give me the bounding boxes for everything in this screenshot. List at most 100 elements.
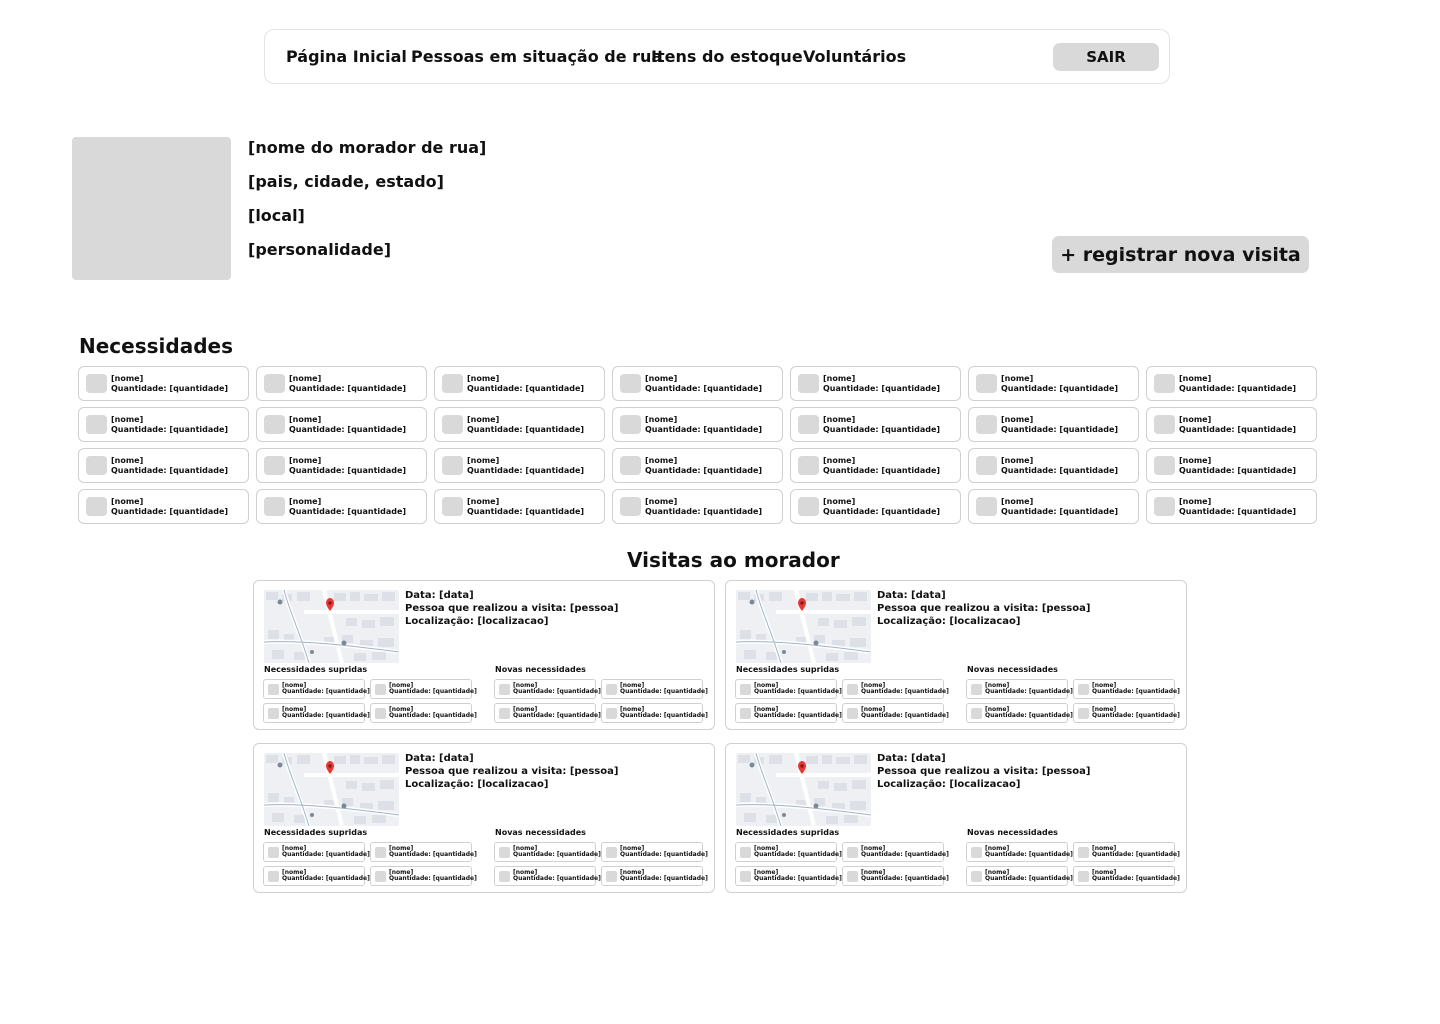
visit-need-item-image: [740, 684, 751, 695]
need-item[interactable]: [nome] Quantidade: [quantidade]: [612, 407, 783, 442]
visit-need-item-quantity: Quantidade: [quantidade]: [282, 688, 370, 695]
visit-need-item: [nome] Quantidade: [quantidade]: [601, 679, 708, 699]
need-item[interactable]: [nome] Quantidade: [quantidade]: [1146, 448, 1317, 483]
visit-need-item: [nome] Quantidade: [quantidade]: [370, 679, 477, 699]
visit-need-item: [nome] Quantidade: [quantidade]: [735, 703, 842, 723]
need-item[interactable]: [nome] Quantidade: [quantidade]: [968, 448, 1139, 483]
need-item-name: [nome]: [645, 497, 678, 506]
visit-need-item-image: [375, 871, 386, 882]
need-item[interactable]: [nome] Quantidade: [quantidade]: [612, 366, 783, 401]
needs-grid: [nome] Quantidade: [quantidade] [nome] Q…: [78, 366, 1317, 524]
visit-need-item: [nome] Quantidade: [quantidade]: [370, 703, 477, 723]
visit-need-item-image: [740, 708, 751, 719]
need-item-name: [nome]: [823, 456, 856, 465]
need-item[interactable]: [nome] Quantidade: [quantidade]: [78, 407, 249, 442]
need-item[interactable]: [nome] Quantidade: [quantidade]: [256, 407, 427, 442]
resident-region: [pais, cidade, estado]: [248, 172, 444, 191]
need-item-image: [1154, 456, 1175, 475]
need-item[interactable]: [nome] Quantidade: [quantidade]: [790, 407, 961, 442]
need-item-name: [nome]: [1179, 374, 1212, 383]
need-item[interactable]: [nome] Quantidade: [quantidade]: [256, 366, 427, 401]
need-item[interactable]: [nome] Quantidade: [quantidade]: [434, 366, 605, 401]
need-item-image: [264, 374, 285, 393]
need-item[interactable]: [nome] Quantidade: [quantidade]: [790, 489, 961, 524]
need-item-name: [nome]: [467, 497, 500, 506]
visit-need-item-image: [499, 684, 510, 695]
visit-need-item: [nome] Quantidade: [quantidade]: [966, 679, 1073, 699]
need-item[interactable]: [nome] Quantidade: [quantidade]: [1146, 407, 1317, 442]
visit-need-item-quantity: Quantidade: [quantidade]: [1092, 712, 1180, 719]
nav-link-volunteers[interactable]: Voluntários: [803, 47, 906, 66]
need-item-quantity: Quantidade: [quantidade]: [467, 507, 585, 516]
visit-need-item-quantity: Quantidade: [quantidade]: [282, 875, 370, 882]
need-item-quantity: Quantidade: [quantidade]: [467, 466, 585, 475]
visit-need-item: [nome] Quantidade: [quantidade]: [263, 866, 370, 886]
visit-card[interactable]: Data: [data] Pessoa que realizou a visit…: [725, 743, 1187, 893]
visit-need-item: [nome] Quantidade: [quantidade]: [263, 703, 370, 723]
need-item-quantity: Quantidade: [quantidade]: [1001, 507, 1119, 516]
need-item[interactable]: [nome] Quantidade: [quantidade]: [612, 489, 783, 524]
need-item[interactable]: [nome] Quantidade: [quantidade]: [968, 366, 1139, 401]
supplied-needs-heading: Necessidades supridas: [264, 665, 368, 674]
need-item-image: [442, 456, 463, 475]
visit-need-item-quantity: Quantidade: [quantidade]: [513, 712, 601, 719]
register-new-visit-button[interactable]: + registrar nova visita: [1052, 236, 1309, 273]
visit-need-item-quantity: Quantidade: [quantidade]: [513, 875, 601, 882]
need-item-quantity: Quantidade: [quantidade]: [1179, 466, 1297, 475]
need-item[interactable]: [nome] Quantidade: [quantidade]: [78, 448, 249, 483]
need-item-quantity: Quantidade: [quantidade]: [111, 425, 229, 434]
need-item-name: [nome]: [1001, 374, 1034, 383]
need-item[interactable]: [nome] Quantidade: [quantidade]: [968, 489, 1139, 524]
visit-need-item-quantity: Quantidade: [quantidade]: [754, 688, 842, 695]
need-item[interactable]: [nome] Quantidade: [quantidade]: [1146, 366, 1317, 401]
visit-need-item-quantity: Quantidade: [quantidade]: [389, 688, 477, 695]
need-item[interactable]: [nome] Quantidade: [quantidade]: [1146, 489, 1317, 524]
need-item[interactable]: [nome] Quantidade: [quantidade]: [434, 448, 605, 483]
need-item-quantity: Quantidade: [quantidade]: [289, 384, 407, 393]
need-item-name: [nome]: [111, 374, 144, 383]
need-item[interactable]: [nome] Quantidade: [quantidade]: [790, 366, 961, 401]
visit-location: Localização: [localizacao]: [405, 616, 549, 627]
need-item-name: [nome]: [1179, 415, 1212, 424]
visit-need-item-quantity: Quantidade: [quantidade]: [985, 712, 1073, 719]
visit-need-item-image: [971, 708, 982, 719]
visit-need-item-quantity: Quantidade: [quantidade]: [985, 851, 1073, 858]
need-item[interactable]: [nome] Quantidade: [quantidade]: [434, 407, 605, 442]
need-item[interactable]: [nome] Quantidade: [quantidade]: [78, 366, 249, 401]
visit-map: [264, 753, 399, 826]
profile-photo-placeholder: [72, 137, 231, 280]
need-item[interactable]: [nome] Quantidade: [quantidade]: [968, 407, 1139, 442]
need-item-image: [264, 415, 285, 434]
visit-need-item: [nome] Quantidade: [quantidade]: [842, 866, 949, 886]
need-item-quantity: Quantidade: [quantidade]: [823, 384, 941, 393]
need-item-name: [nome]: [289, 456, 322, 465]
visit-card[interactable]: Data: [data] Pessoa que realizou a visit…: [253, 743, 715, 893]
resident-personality: [personalidade]: [248, 240, 392, 259]
visit-need-item-image: [1078, 847, 1089, 858]
need-item-quantity: Quantidade: [quantidade]: [467, 425, 585, 434]
need-item-image: [442, 497, 463, 516]
need-item[interactable]: [nome] Quantidade: [quantidade]: [790, 448, 961, 483]
need-item[interactable]: [nome] Quantidade: [quantidade]: [78, 489, 249, 524]
need-item[interactable]: [nome] Quantidade: [quantidade]: [612, 448, 783, 483]
need-item-name: [nome]: [1001, 415, 1034, 424]
need-item-image: [86, 374, 107, 393]
visits-heading: Visitas ao morador: [627, 548, 840, 572]
visit-need-item-quantity: Quantidade: [quantidade]: [620, 875, 708, 882]
logout-button[interactable]: SAIR: [1053, 43, 1159, 71]
need-item-quantity: Quantidade: [quantidade]: [645, 507, 763, 516]
need-item[interactable]: [nome] Quantidade: [quantidade]: [256, 448, 427, 483]
visit-need-item: [nome] Quantidade: [quantidade]: [601, 703, 708, 723]
nav-link-home[interactable]: Página Inicial: [286, 47, 407, 66]
need-item[interactable]: [nome] Quantidade: [quantidade]: [434, 489, 605, 524]
visit-card[interactable]: Data: [data] Pessoa que realizou a visit…: [725, 580, 1187, 730]
visit-need-item-quantity: Quantidade: [quantidade]: [1092, 851, 1180, 858]
need-item-image: [798, 374, 819, 393]
visit-card[interactable]: Data: [data] Pessoa que realizou a visit…: [253, 580, 715, 730]
nav-link-homeless-people[interactable]: Pessoas em situação de rua: [411, 47, 662, 66]
need-item[interactable]: [nome] Quantidade: [quantidade]: [256, 489, 427, 524]
need-item-name: [nome]: [645, 415, 678, 424]
need-item-quantity: Quantidade: [quantidade]: [1001, 425, 1119, 434]
need-item-quantity: Quantidade: [quantidade]: [823, 466, 941, 475]
nav-link-stock-items[interactable]: Itens do estoque: [651, 47, 803, 66]
